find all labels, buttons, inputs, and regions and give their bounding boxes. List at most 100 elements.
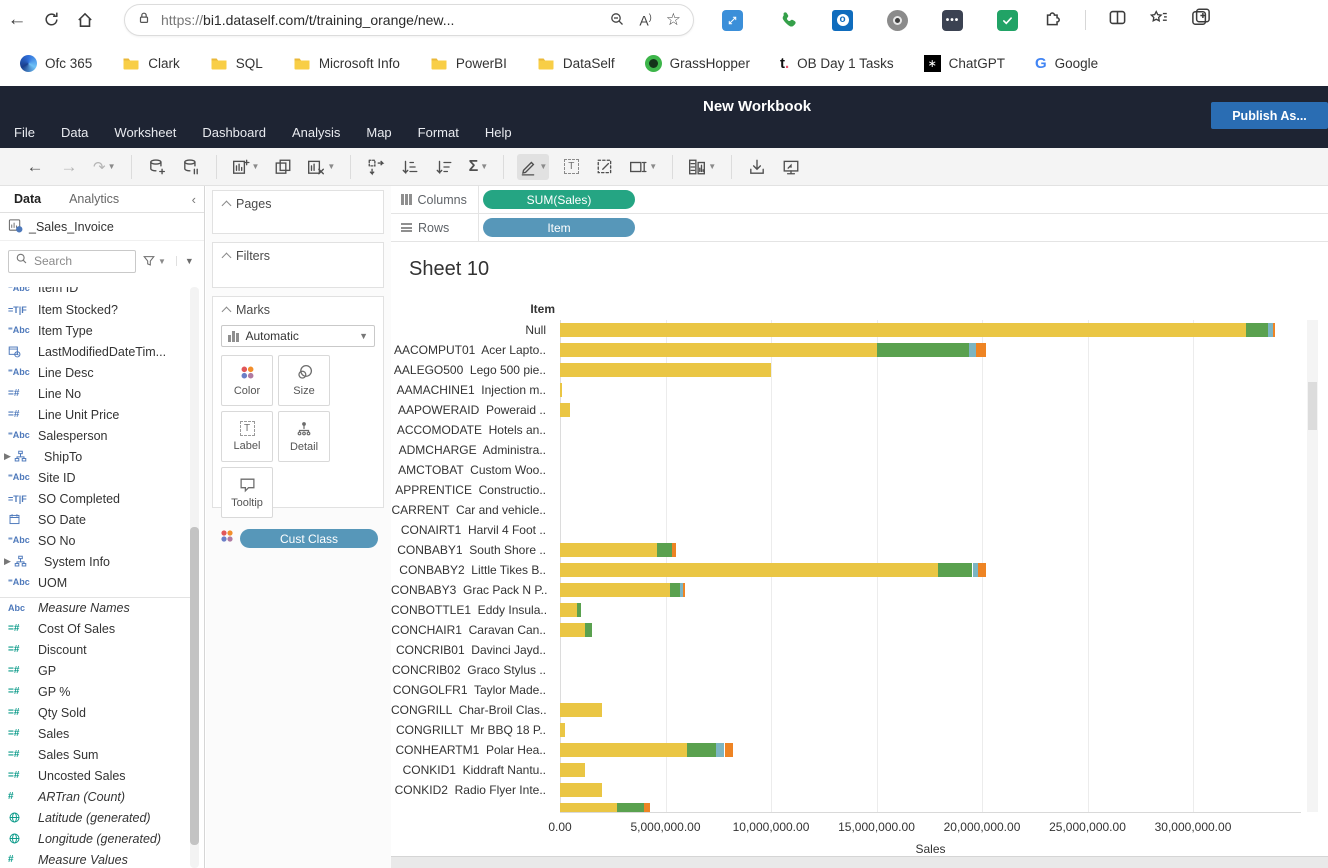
menu-worksheet[interactable]: Worksheet xyxy=(114,125,176,140)
home-icon[interactable] xyxy=(68,9,102,31)
row-label[interactable]: CONHEARTM1 Polar Hea.. xyxy=(391,743,555,757)
row-label[interactable]: CONAIRT1 Harvil 4 Foot .. xyxy=(391,523,555,537)
horizontal-scrollbar-strip[interactable] xyxy=(391,856,1328,868)
bar-segment-yellow[interactable] xyxy=(560,563,938,577)
row-label[interactable]: Null xyxy=(391,323,555,337)
field-gp[interactable]: =#GP xyxy=(0,660,190,681)
presentation-mode-icon[interactable] xyxy=(779,154,803,180)
bar-segment-orange[interactable] xyxy=(725,743,733,757)
refresh-icon[interactable] xyxy=(34,9,68,31)
bar-segment-green[interactable] xyxy=(585,623,591,637)
bar-segment-green[interactable] xyxy=(617,803,644,812)
sort-ascending-icon[interactable] xyxy=(398,154,422,180)
row-label[interactable]: CONCRIB02 Graco Stylus .. xyxy=(391,663,555,677)
row-label[interactable]: CARRENT Car and vehicle.. xyxy=(391,503,555,517)
field-so-no[interactable]: ⁼AbcSO No xyxy=(0,530,190,551)
bar-segment-yellow[interactable] xyxy=(560,543,657,557)
row-label[interactable]: CONCHAIR1 Caravan Can.. xyxy=(391,623,555,637)
shutter-extension-icon[interactable] xyxy=(887,10,908,31)
field-lastmodifieddatetim-[interactable]: LastModifiedDateTim... xyxy=(0,341,190,362)
menu-analysis[interactable]: Analysis xyxy=(292,125,340,140)
row-label[interactable]: AACOMPUT01 Acer Lapto.. xyxy=(391,343,555,357)
field-cost-of-sales[interactable]: =#Cost Of Sales xyxy=(0,618,190,639)
swap-axes-icon[interactable] xyxy=(364,154,388,180)
add-data-source-icon[interactable] xyxy=(145,154,169,180)
bookmark-google[interactable]: GGoogle xyxy=(1035,55,1098,72)
field-sales[interactable]: =#Sales xyxy=(0,723,190,744)
bookmark-microsoft-info[interactable]: Microsoft Info xyxy=(293,55,400,71)
label-button[interactable]: TLabel xyxy=(221,411,273,462)
bar-segment-yellow[interactable] xyxy=(560,603,577,617)
url-text[interactable]: https://bi1.dataself.com/t/training_oran… xyxy=(161,12,595,28)
columns-shelf[interactable]: Columns SUM(Sales) xyxy=(391,186,1328,214)
bar-segment-yellow[interactable] xyxy=(560,383,562,397)
bar-segment-yellow[interactable] xyxy=(560,623,585,637)
tab-analytics[interactable]: Analytics xyxy=(55,186,133,212)
row-label[interactable]: AAPOWERAID Poweraid .. xyxy=(391,403,555,417)
bar-segment-yellow[interactable] xyxy=(560,343,877,357)
field-uom[interactable]: ⁼AbcUOM xyxy=(0,572,190,593)
field-uncosted-sales[interactable]: =#Uncosted Sales xyxy=(0,765,190,786)
menu-dashboard[interactable]: Dashboard xyxy=(202,125,266,140)
fit-selector-icon[interactable]: ▼ xyxy=(627,154,659,180)
fields-scrollbar[interactable] xyxy=(190,287,199,868)
phone-extension-icon[interactable] xyxy=(777,10,798,31)
row-label[interactable]: AMCTOBAT Custom Woo.. xyxy=(391,463,555,477)
new-worksheet-icon[interactable]: ▼ xyxy=(230,154,262,180)
bar-segment-green[interactable] xyxy=(657,543,672,557)
bar-segment-teal[interactable] xyxy=(969,343,976,357)
forward-arrow-icon[interactable]: → xyxy=(57,154,81,180)
bookmark-ofc-365[interactable]: Ofc 365 xyxy=(20,55,92,72)
bar-segment-yellow[interactable] xyxy=(560,783,602,797)
bar-segment-yellow[interactable] xyxy=(560,703,602,717)
datasource-row[interactable]: _Sales_Invoice xyxy=(0,213,204,241)
totals-sigma-icon[interactable]: Σ▼ xyxy=(466,154,490,180)
row-label[interactable]: CONBABY2 Little Tikes B.. xyxy=(391,563,555,577)
bar-segment-orange[interactable] xyxy=(644,803,649,812)
back-arrow-icon[interactable]: ← xyxy=(23,154,47,180)
field-longitude-generated-[interactable]: Longitude (generated) xyxy=(0,828,190,849)
menu-help[interactable]: Help xyxy=(485,125,512,140)
row-label[interactable]: ADMCHARGE Administra.. xyxy=(391,443,555,457)
tooltip-button[interactable]: Tooltip xyxy=(221,467,273,518)
row-label[interactable]: CONGRILLT Mr BBQ 18 P.. xyxy=(391,723,555,737)
mark-type-dropdown[interactable]: Automatic ▼ xyxy=(221,325,375,347)
menu-data[interactable]: Data xyxy=(61,125,88,140)
row-label[interactable]: CONGOLFR1 Taylor Made.. xyxy=(391,683,555,697)
sum-sales-pill[interactable]: SUM(Sales) xyxy=(483,190,635,209)
publish-button[interactable]: Publish As... xyxy=(1211,102,1328,129)
row-label[interactable]: CONKID2 Radio Flyer Inte.. xyxy=(391,783,555,797)
bookmark-clark[interactable]: Clark xyxy=(122,55,180,71)
field-so-date[interactable]: SO Date xyxy=(0,509,190,530)
clear-sheet-icon[interactable]: ▼ xyxy=(305,154,337,180)
bar-segment-yellow[interactable] xyxy=(560,583,670,597)
bookmark-sql[interactable]: SQL xyxy=(210,55,263,71)
expand-arrow-icon[interactable]: ▶ xyxy=(4,451,14,462)
size-button[interactable]: Size xyxy=(278,355,330,406)
row-label[interactable]: ACCOMODATE Hotels an.. xyxy=(391,423,555,437)
bar-segment-yellow[interactable] xyxy=(560,323,1246,337)
bar-segment-yellow[interactable] xyxy=(560,763,585,777)
field-system-info[interactable]: ▶System Info xyxy=(0,551,190,572)
bookmark-chatgpt[interactable]: ∗ChatGPT xyxy=(924,55,1005,72)
pause-data-updates-icon[interactable] xyxy=(179,154,203,180)
field-line-unit-price[interactable]: =#Line Unit Price xyxy=(0,404,190,425)
row-label[interactable]: CONBOTTLE1 Eddy Insula.. xyxy=(391,603,555,617)
split-screen-icon[interactable] xyxy=(1108,8,1127,32)
row-label[interactable]: CONGRILL Char-Broil Clas.. xyxy=(391,703,555,717)
row-label[interactable]: CONBABY1 South Shore .. xyxy=(391,543,555,557)
x-axis-title[interactable]: Sales xyxy=(560,842,1301,856)
bar-segment-orange[interactable] xyxy=(683,583,685,597)
bar-segment-green[interactable] xyxy=(687,743,717,757)
bar-segment-teal[interactable] xyxy=(716,743,724,757)
todo-check-extension-icon[interactable] xyxy=(997,10,1018,31)
row-label[interactable]: CONCRIB01 Davinci Jayd.. xyxy=(391,643,555,657)
bar-segment-yellow[interactable] xyxy=(560,403,570,417)
text-label-icon[interactable]: T xyxy=(559,154,583,180)
favorite-star-icon[interactable]: ☆ xyxy=(666,10,681,30)
field-qty-sold[interactable]: =#Qty Sold xyxy=(0,702,190,723)
bookmark-powerbi[interactable]: PowerBI xyxy=(430,55,507,71)
outlook-extension-icon[interactable]: o xyxy=(832,10,853,31)
bar-segment-yellow[interactable] xyxy=(560,803,617,812)
bookmark-ob-day-1-tasks[interactable]: t.OB Day 1 Tasks xyxy=(780,55,894,72)
